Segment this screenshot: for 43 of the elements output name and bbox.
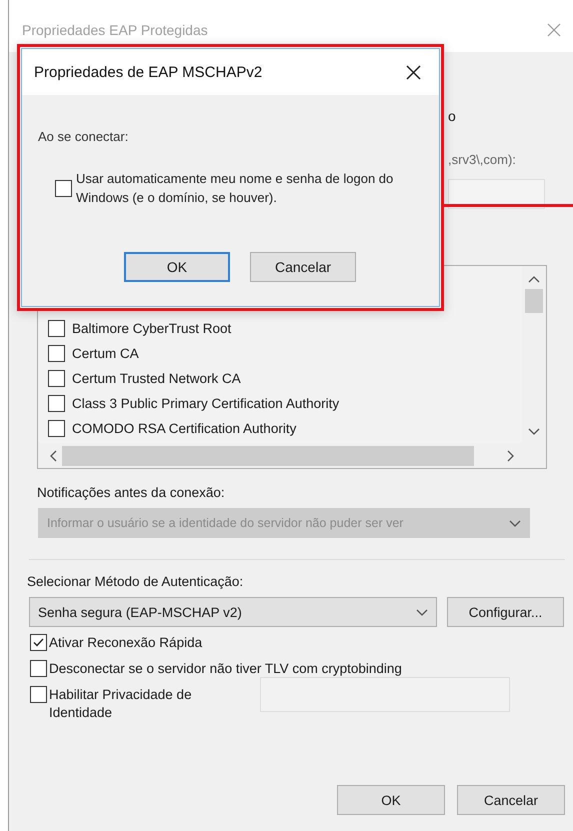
dialog-button[interactable]: OK xyxy=(124,252,230,282)
list-item[interactable]: Certum CA xyxy=(72,346,139,361)
dialog-button[interactable]: Cancelar xyxy=(457,785,565,815)
close-icon xyxy=(547,23,561,37)
scroll-thumb[interactable] xyxy=(525,289,543,313)
checkbox[interactable] xyxy=(30,634,47,651)
checkbox[interactable] xyxy=(48,420,65,437)
list-item[interactable]: Certum Trusted Network CA xyxy=(72,371,241,386)
scroll-thumb[interactable] xyxy=(62,446,474,466)
prompt-text: Ao se conectar: xyxy=(38,129,130,144)
checkbox[interactable] xyxy=(48,345,65,362)
group-heading: o xyxy=(448,108,456,124)
checkbox[interactable] xyxy=(48,320,65,337)
dialog-title: Propriedades de EAP MSCHAPv2 xyxy=(34,64,262,80)
checkbox-label[interactable]: Desconectar se o servidor não tiver TLV com cryptobinding xyxy=(49,660,402,678)
caret-up-icon xyxy=(528,276,540,283)
caret-down-icon xyxy=(509,520,521,526)
input-field[interactable] xyxy=(448,179,545,209)
list-item[interactable]: COMODO RSA Certification Authority xyxy=(72,421,296,436)
caret-left-icon xyxy=(50,450,57,462)
list-item[interactable]: Baltimore CyberTrust Root xyxy=(72,321,232,336)
caret-right-icon xyxy=(507,450,514,462)
checkbox-label[interactable]: Ativar Reconexão Rápida xyxy=(49,634,202,652)
close-icon xyxy=(406,64,421,80)
list-item[interactable]: Class 3 Public Primary Certification Authority xyxy=(72,396,340,411)
checkbox-label[interactable]: Usar automaticamente meu nome e senha de logon do Windows (e o domínio, se houver). xyxy=(76,169,406,207)
field-label: Notificações antes da conexão: xyxy=(37,485,226,500)
dialog-button[interactable]: Cancelar xyxy=(250,252,356,282)
dropdown[interactable]: Senha segura (EAP-MSCHAP v2) xyxy=(29,597,437,627)
checkbox[interactable] xyxy=(48,395,65,412)
field-label: Selecionar Método de Autenticação: xyxy=(27,574,244,589)
checkmark-icon xyxy=(33,638,44,647)
caret-down-icon xyxy=(528,428,540,435)
checkbox[interactable] xyxy=(30,660,47,677)
field-label: ,srv3\,com): xyxy=(448,152,516,167)
checkbox[interactable] xyxy=(55,180,72,196)
checkbox[interactable] xyxy=(30,686,47,703)
window-title: Propriedades EAP Protegidas xyxy=(22,22,208,38)
caret-down-icon xyxy=(416,608,428,616)
checkbox-label[interactable]: Habilitar Privacidade de Identidade xyxy=(49,686,249,722)
checkbox[interactable] xyxy=(48,370,65,387)
dialog-button[interactable]: OK xyxy=(337,785,445,815)
configure-button[interactable]: Configurar... xyxy=(447,597,564,627)
